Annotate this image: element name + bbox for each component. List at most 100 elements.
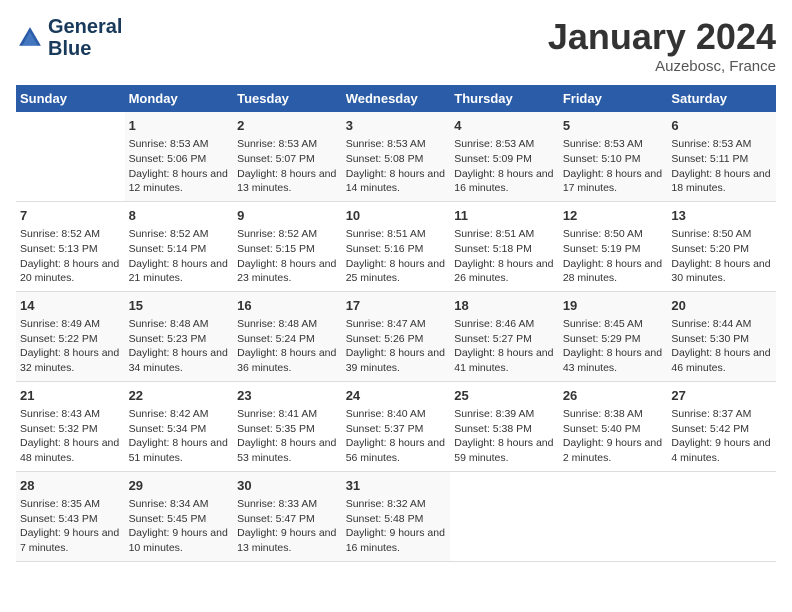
day-number: 26 — [563, 387, 664, 405]
day-info: Sunrise: 8:35 AMSunset: 5:43 PMDaylight:… — [20, 497, 121, 556]
day-info: Sunrise: 8:53 AMSunset: 5:10 PMDaylight:… — [563, 137, 664, 196]
calendar-cell — [450, 471, 559, 561]
day-info: Sunrise: 8:33 AMSunset: 5:47 PMDaylight:… — [237, 497, 338, 556]
day-number: 20 — [671, 297, 772, 315]
day-number: 23 — [237, 387, 338, 405]
day-info: Sunrise: 8:52 AMSunset: 5:15 PMDaylight:… — [237, 227, 338, 286]
calendar-cell: 21Sunrise: 8:43 AMSunset: 5:32 PMDayligh… — [16, 381, 125, 471]
calendar-cell: 29Sunrise: 8:34 AMSunset: 5:45 PMDayligh… — [125, 471, 234, 561]
calendar-week-row: 1 Sunrise: 8:53 AMSunset: 5:06 PMDaylight… — [16, 112, 776, 201]
day-info: Sunrise: 8:51 AMSunset: 5:16 PMDaylight:… — [346, 227, 447, 286]
calendar-cell: 22 Sunrise: 8:42 AMSunset: 5:34 PMDayligh… — [125, 381, 234, 471]
day-info: Sunrise: 8:39 AMSunset: 5:38 PMDaylight:… — [454, 407, 555, 466]
calendar-cell: 4 Sunrise: 8:53 AMSunset: 5:09 PMDaylight… — [450, 112, 559, 201]
calendar-cell — [667, 471, 776, 561]
day-info: Sunrise: 8:53 AMSunset: 5:08 PMDaylight:… — [346, 137, 447, 196]
day-number: 28 — [20, 477, 121, 495]
day-info: Sunrise: 8:43 AMSunset: 5:32 PMDaylight:… — [20, 407, 121, 466]
header-day: Friday — [559, 85, 668, 112]
calendar-week-row: 7Sunrise: 8:52 AMSunset: 5:13 PMDaylight… — [16, 201, 776, 291]
title-block: January 2024 Auzebosc, France — [548, 16, 776, 75]
day-info: Sunrise: 8:45 AMSunset: 5:29 PMDaylight:… — [563, 317, 664, 376]
header-day: Thursday — [450, 85, 559, 112]
calendar-cell: 6 Sunrise: 8:53 AMSunset: 5:11 PMDaylight… — [667, 112, 776, 201]
day-info: Sunrise: 8:47 AMSunset: 5:26 PMDaylight:… — [346, 317, 447, 376]
day-number: 29 — [129, 477, 230, 495]
day-number: 30 — [237, 477, 338, 495]
day-number: 6 — [671, 117, 772, 135]
calendar-table: SundayMondayTuesdayWednesdayThursdayFrid… — [16, 85, 776, 562]
day-info: Sunrise: 8:53 AMSunset: 5:11 PMDaylight:… — [671, 137, 772, 196]
day-number: 2 — [237, 117, 338, 135]
header-day: Monday — [125, 85, 234, 112]
day-number: 13 — [671, 207, 772, 225]
calendar-cell: 1 Sunrise: 8:53 AMSunset: 5:06 PMDaylight… — [125, 112, 234, 201]
calendar-cell: 18 Sunrise: 8:46 AMSunset: 5:27 PMDayligh… — [450, 291, 559, 381]
day-info: Sunrise: 8:48 AMSunset: 5:23 PMDaylight:… — [129, 317, 230, 376]
calendar-week-row: 28 Sunrise: 8:35 AMSunset: 5:43 PMDayligh… — [16, 471, 776, 561]
day-info: Sunrise: 8:53 AMSunset: 5:06 PMDaylight:… — [129, 137, 230, 196]
calendar-cell: 26 Sunrise: 8:38 AMSunset: 5:40 PMDayligh… — [559, 381, 668, 471]
day-info: Sunrise: 8:50 AMSunset: 5:20 PMDaylight:… — [671, 227, 772, 286]
calendar-cell: 12 Sunrise: 8:50 AMSunset: 5:19 PMDayligh… — [559, 201, 668, 291]
calendar-cell — [16, 112, 125, 201]
header-day: Saturday — [667, 85, 776, 112]
day-number: 1 — [129, 117, 230, 135]
day-info: Sunrise: 8:38 AMSunset: 5:40 PMDaylight:… — [563, 407, 664, 466]
day-number: 27 — [671, 387, 772, 405]
location: Auzebosc, France — [548, 58, 776, 75]
day-info: Sunrise: 8:40 AMSunset: 5:37 PMDaylight:… — [346, 407, 447, 466]
calendar-cell: 24 Sunrise: 8:40 AMSunset: 5:37 PMDayligh… — [342, 381, 451, 471]
day-info: Sunrise: 8:37 AMSunset: 5:42 PMDaylight:… — [671, 407, 772, 466]
calendar-cell: 16Sunrise: 8:48 AMSunset: 5:24 PMDayligh… — [233, 291, 342, 381]
calendar-week-row: 21Sunrise: 8:43 AMSunset: 5:32 PMDayligh… — [16, 381, 776, 471]
header-day: Sunday — [16, 85, 125, 112]
day-info: Sunrise: 8:46 AMSunset: 5:27 PMDaylight:… — [454, 317, 555, 376]
calendar-cell: 8 Sunrise: 8:52 AMSunset: 5:14 PMDaylight… — [125, 201, 234, 291]
month-title: January 2024 — [548, 16, 776, 58]
day-number: 8 — [129, 207, 230, 225]
day-number: 15 — [129, 297, 230, 315]
day-info: Sunrise: 8:44 AMSunset: 5:30 PMDaylight:… — [671, 317, 772, 376]
day-number: 31 — [346, 477, 447, 495]
day-info: Sunrise: 8:49 AMSunset: 5:22 PMDaylight:… — [20, 317, 121, 376]
calendar-cell: 11Sunrise: 8:51 AMSunset: 5:18 PMDayligh… — [450, 201, 559, 291]
day-number: 14 — [20, 297, 121, 315]
header-day: Tuesday — [233, 85, 342, 112]
day-number: 24 — [346, 387, 447, 405]
day-info: Sunrise: 8:53 AMSunset: 5:09 PMDaylight:… — [454, 137, 555, 196]
page-header: General Blue January 2024 Auzebosc, Fran… — [16, 16, 776, 75]
day-number: 5 — [563, 117, 664, 135]
header-row: SundayMondayTuesdayWednesdayThursdayFrid… — [16, 85, 776, 112]
calendar-cell: 9 Sunrise: 8:52 AMSunset: 5:15 PMDaylight… — [233, 201, 342, 291]
day-info: Sunrise: 8:32 AMSunset: 5:48 PMDaylight:… — [346, 497, 447, 556]
day-number: 9 — [237, 207, 338, 225]
calendar-cell: 30 Sunrise: 8:33 AMSunset: 5:47 PMDayligh… — [233, 471, 342, 561]
day-number: 10 — [346, 207, 447, 225]
day-info: Sunrise: 8:50 AMSunset: 5:19 PMDaylight:… — [563, 227, 664, 286]
day-info: Sunrise: 8:52 AMSunset: 5:14 PMDaylight:… — [129, 227, 230, 286]
calendar-cell: 13 Sunrise: 8:50 AMSunset: 5:20 PMDayligh… — [667, 201, 776, 291]
day-number: 18 — [454, 297, 555, 315]
calendar-cell: 28 Sunrise: 8:35 AMSunset: 5:43 PMDayligh… — [16, 471, 125, 561]
calendar-cell — [559, 471, 668, 561]
day-info: Sunrise: 8:52 AMSunset: 5:13 PMDaylight:… — [20, 227, 121, 286]
day-number: 22 — [129, 387, 230, 405]
day-info: Sunrise: 8:48 AMSunset: 5:24 PMDaylight:… — [237, 317, 338, 376]
calendar-cell: 15 Sunrise: 8:48 AMSunset: 5:23 PMDayligh… — [125, 291, 234, 381]
day-info: Sunrise: 8:53 AMSunset: 5:07 PMDaylight:… — [237, 137, 338, 196]
calendar-cell: 19Sunrise: 8:45 AMSunset: 5:29 PMDayligh… — [559, 291, 668, 381]
day-number: 12 — [563, 207, 664, 225]
logo-icon — [16, 24, 44, 52]
day-number: 4 — [454, 117, 555, 135]
calendar-cell: 7Sunrise: 8:52 AMSunset: 5:13 PMDaylight… — [16, 201, 125, 291]
day-info: Sunrise: 8:41 AMSunset: 5:35 PMDaylight:… — [237, 407, 338, 466]
day-number: 25 — [454, 387, 555, 405]
calendar-cell: 10 Sunrise: 8:51 AMSunset: 5:16 PMDayligh… — [342, 201, 451, 291]
calendar-cell: 20 Sunrise: 8:44 AMSunset: 5:30 PMDayligh… — [667, 291, 776, 381]
calendar-cell: 31 Sunrise: 8:32 AMSunset: 5:48 PMDayligh… — [342, 471, 451, 561]
day-info: Sunrise: 8:42 AMSunset: 5:34 PMDaylight:… — [129, 407, 230, 466]
calendar-cell: 17 Sunrise: 8:47 AMSunset: 5:26 PMDayligh… — [342, 291, 451, 381]
day-number: 17 — [346, 297, 447, 315]
day-number: 3 — [346, 117, 447, 135]
